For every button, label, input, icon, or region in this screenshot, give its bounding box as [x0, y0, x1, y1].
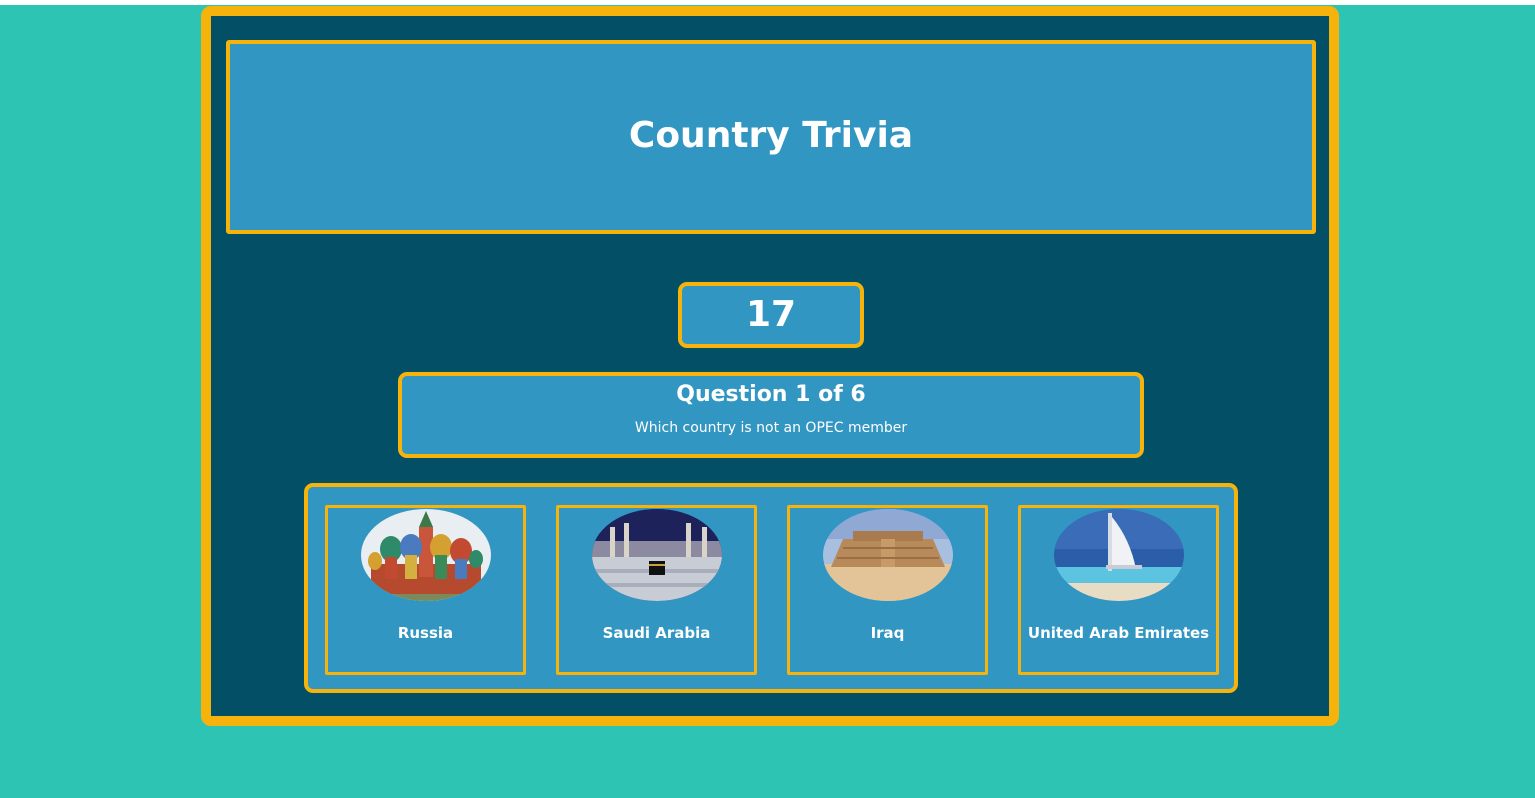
burj-al-arab-image [1054, 509, 1184, 601]
page-title: Country Trivia [628, 115, 914, 156]
header-panel: Country Trivia [226, 40, 1316, 234]
answer-label: Iraq [870, 624, 905, 642]
question-text: Which country is not an OPEC member [634, 420, 908, 436]
kaaba-mecca-image [592, 509, 722, 601]
answer-option-saudi-arabia[interactable]: Saudi Arabia [556, 505, 757, 675]
ziggurat-ur-image [823, 509, 953, 601]
answer-label: Saudi Arabia [602, 624, 711, 642]
answers-panel: Russia Saudi Arabia Iraq United Arab Emi… [304, 483, 1238, 693]
answer-option-united-arab-emirates[interactable]: United Arab Emirates [1018, 505, 1219, 675]
countdown-timer: 17 [678, 282, 864, 348]
st-basils-cathedral-image [361, 509, 491, 601]
answer-option-russia[interactable]: Russia [325, 505, 526, 675]
answer-label: Russia [397, 624, 454, 642]
answer-label: United Arab Emirates [1027, 624, 1210, 642]
question-counter: Question 1 of 6 [676, 382, 866, 407]
question-panel: Question 1 of 6 Which country is not an … [398, 372, 1144, 458]
answer-option-iraq[interactable]: Iraq [787, 505, 988, 675]
